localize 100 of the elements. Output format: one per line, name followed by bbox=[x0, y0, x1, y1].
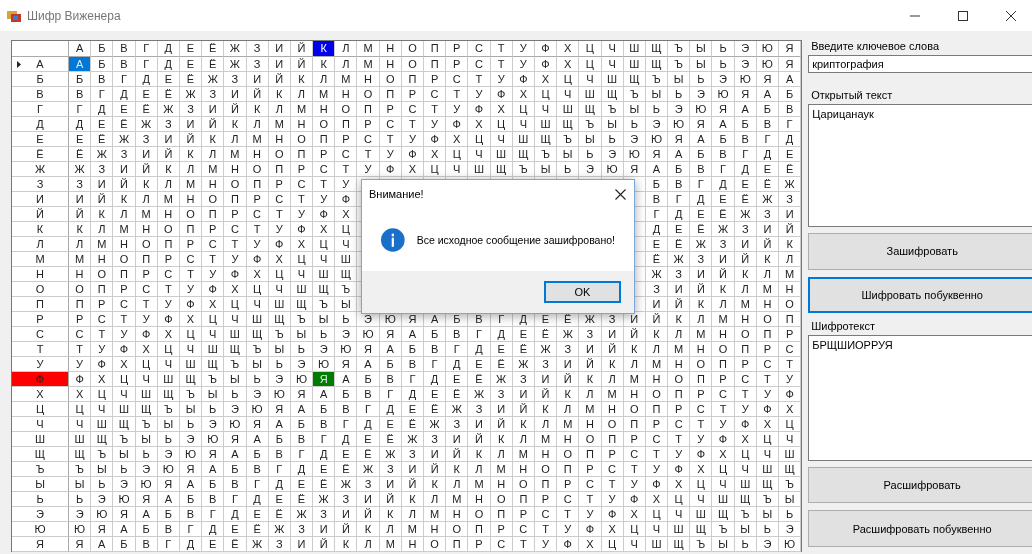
column-header[interactable]: М bbox=[357, 41, 380, 57]
column-header[interactable]: Х bbox=[557, 41, 580, 57]
column-header[interactable]: Ж bbox=[224, 41, 247, 57]
column-header[interactable]: П bbox=[424, 41, 447, 57]
column-header[interactable]: Н bbox=[379, 41, 402, 57]
column-header[interactable]: И bbox=[268, 41, 291, 57]
row-header[interactable]: З bbox=[12, 177, 69, 192]
row-header[interactable]: Ф bbox=[12, 372, 69, 387]
row-header[interactable]: Г bbox=[12, 102, 69, 117]
column-header[interactable]: Ц bbox=[579, 41, 602, 57]
row-header[interactable]: Ы bbox=[12, 477, 69, 492]
table-cell: О bbox=[512, 477, 535, 492]
row-header[interactable]: Ж bbox=[12, 162, 69, 177]
text-area[interactable]: Царицанаук bbox=[808, 104, 1032, 227]
ok-button[interactable]: OK bbox=[544, 281, 621, 303]
column-header[interactable]: А bbox=[69, 41, 92, 57]
column-header[interactable]: Е bbox=[179, 41, 203, 57]
column-header[interactable]: Л bbox=[335, 41, 358, 57]
column-header[interactable]: Ю bbox=[756, 41, 779, 57]
table-cell: Ц bbox=[468, 132, 491, 147]
row-header[interactable]: Ё bbox=[12, 147, 69, 162]
column-header[interactable]: О bbox=[401, 41, 424, 57]
column-header[interactable]: Я bbox=[779, 41, 802, 57]
row-header[interactable]: Д bbox=[12, 117, 69, 132]
column-header[interactable]: Б bbox=[91, 41, 114, 57]
row-header[interactable]: С bbox=[12, 327, 69, 342]
maximize-icon[interactable] bbox=[958, 10, 968, 21]
row-header[interactable]: У bbox=[12, 357, 69, 372]
table-cell: В bbox=[690, 162, 713, 177]
table-cell: Р bbox=[335, 132, 358, 147]
column-header[interactable]: Ь bbox=[712, 41, 735, 57]
column-header[interactable]: Э bbox=[734, 41, 757, 57]
column-header[interactable]: Й bbox=[290, 41, 314, 57]
row-header[interactable]: Р bbox=[12, 312, 69, 327]
column-header[interactable]: Ш bbox=[623, 41, 646, 57]
column-header[interactable]: Г bbox=[135, 41, 158, 57]
column-header[interactable]: К bbox=[313, 41, 336, 57]
row-header[interactable]: Т bbox=[12, 342, 69, 357]
row-header[interactable]: Ъ bbox=[12, 462, 69, 477]
table-cell: М bbox=[290, 102, 314, 117]
row-header[interactable]: Х bbox=[12, 387, 69, 402]
row-header[interactable]: Ь bbox=[12, 492, 69, 507]
row-header[interactable]: Е bbox=[12, 132, 69, 147]
close-icon[interactable] bbox=[615, 188, 626, 200]
row-header[interactable]: М bbox=[12, 252, 69, 267]
table-cell: Ь bbox=[91, 477, 114, 492]
row-header[interactable]: Б bbox=[12, 72, 69, 87]
table-cell: Й bbox=[290, 57, 314, 72]
row-header[interactable]: К bbox=[12, 222, 69, 237]
row-header[interactable]: Щ bbox=[12, 447, 69, 462]
action-button[interactable]: Зашифровать bbox=[808, 232, 1032, 270]
column-header[interactable]: В bbox=[113, 41, 136, 57]
table-cell: Ё bbox=[246, 522, 269, 537]
row-header[interactable]: Э bbox=[12, 507, 69, 522]
close-icon[interactable] bbox=[1006, 10, 1016, 21]
row-header[interactable]: Ш bbox=[12, 432, 69, 447]
column-header[interactable]: Р bbox=[446, 41, 469, 57]
row-header[interactable]: Ц bbox=[12, 402, 69, 417]
table-cell: Б bbox=[268, 432, 291, 447]
row-header[interactable]: Й bbox=[12, 207, 69, 222]
row-header[interactable]: А bbox=[12, 57, 69, 72]
column-header[interactable]: Ъ bbox=[668, 41, 691, 57]
table-cell: Ъ bbox=[712, 522, 735, 537]
table-cell: Ё bbox=[379, 432, 402, 447]
row-header[interactable]: Н bbox=[12, 267, 69, 282]
table-cell: Ь bbox=[246, 372, 269, 387]
action-button[interactable]: Расшифровать побуквенно bbox=[808, 510, 1032, 547]
table-cell: Ф bbox=[446, 117, 469, 132]
row-header[interactable]: И bbox=[12, 192, 69, 207]
table-cell: Ь bbox=[601, 132, 624, 147]
row-header[interactable]: Я bbox=[12, 537, 69, 552]
row-header[interactable]: Л bbox=[12, 237, 69, 252]
action-button[interactable]: Шифровать побуквенно bbox=[808, 276, 1032, 314]
column-header[interactable]: Ч bbox=[601, 41, 624, 57]
row-header[interactable]: Ч bbox=[12, 417, 69, 432]
row-header[interactable]: П bbox=[12, 297, 69, 312]
text-area[interactable]: БРЩШИОРРУЯ bbox=[808, 335, 1032, 461]
column-header[interactable]: Д bbox=[157, 41, 180, 57]
row-header[interactable]: О bbox=[12, 282, 69, 297]
table-cell: Э bbox=[623, 132, 646, 147]
column-header[interactable]: Ф bbox=[534, 41, 558, 57]
column-header[interactable]: Ё bbox=[202, 41, 225, 57]
column-header[interactable]: С bbox=[468, 41, 491, 57]
table-cell: Й bbox=[601, 342, 624, 357]
column-header[interactable]: У bbox=[512, 41, 535, 57]
table-cell: Х bbox=[113, 357, 136, 372]
table-cell: Б bbox=[645, 177, 669, 192]
row-label: Е bbox=[36, 133, 44, 145]
action-button[interactable]: Расшифровать bbox=[808, 466, 1032, 504]
table-cell: Ю bbox=[712, 87, 735, 102]
column-header[interactable]: Ы bbox=[690, 41, 713, 57]
column-header[interactable]: Т bbox=[490, 41, 513, 57]
table-cell: Ъ bbox=[290, 312, 314, 327]
column-header[interactable]: Щ bbox=[645, 41, 669, 57]
key-input-field[interactable]: криптография bbox=[808, 55, 1032, 74]
column-header[interactable]: З bbox=[246, 41, 269, 57]
row-header[interactable]: Ю bbox=[12, 522, 69, 537]
row-header[interactable]: В bbox=[12, 87, 69, 102]
table-cell: З bbox=[446, 417, 469, 432]
table-cell: Р bbox=[224, 207, 247, 222]
